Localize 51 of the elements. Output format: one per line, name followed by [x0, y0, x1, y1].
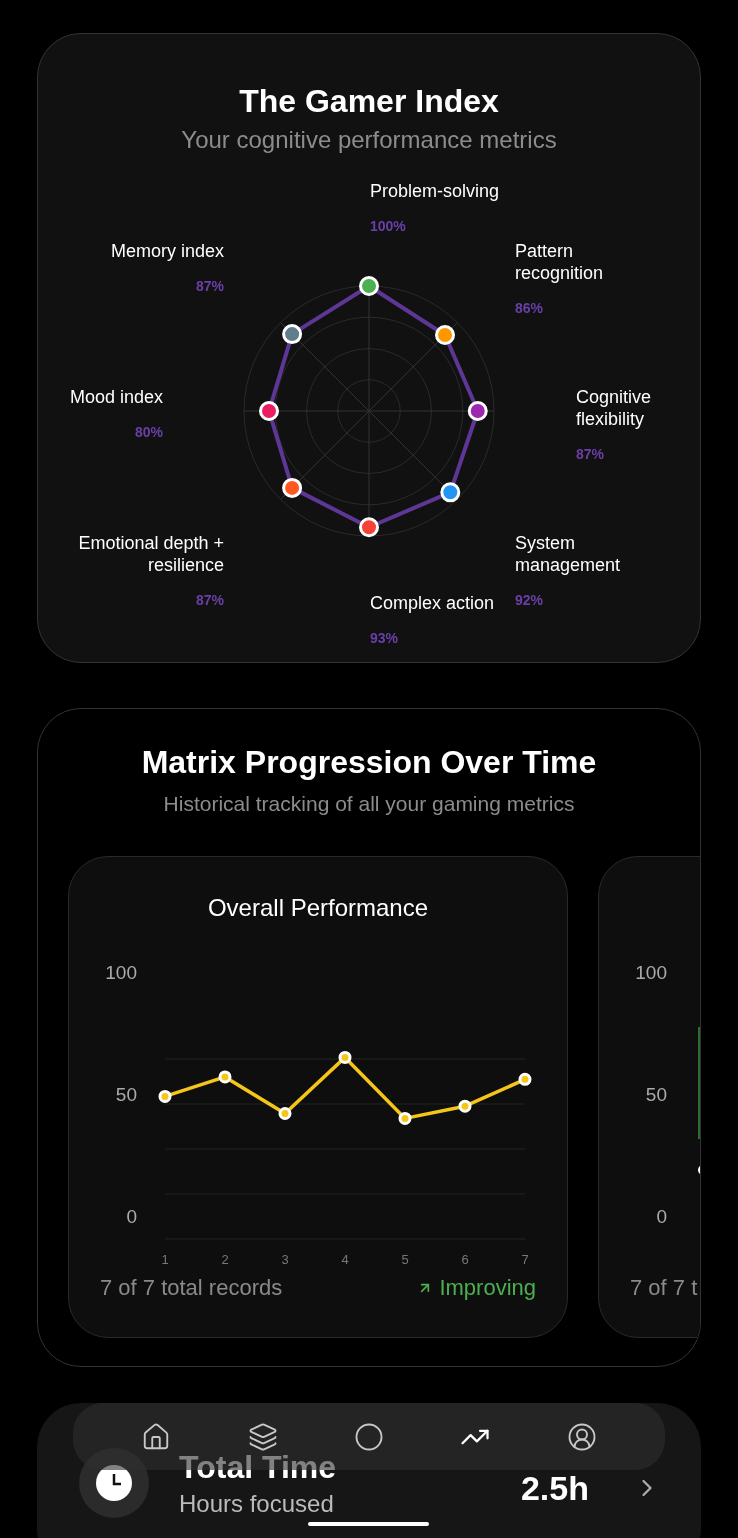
- profile-icon: [566, 1421, 597, 1452]
- axis-label: 100: [105, 962, 137, 984]
- layers-icon: [247, 1421, 278, 1452]
- stat-subtitle: Hours focused: [179, 1490, 335, 1518]
- axis-label: 2: [221, 1252, 229, 1268]
- axis-label: 0: [656, 1206, 667, 1228]
- metric-label: Memory index: [110, 239, 224, 262]
- card-title: The Gamer Index: [239, 82, 499, 120]
- axis-label: 50: [115, 1084, 137, 1106]
- trend-status: Improving: [439, 1275, 536, 1302]
- stat-title: Total Time: [179, 1448, 338, 1486]
- stat-card[interactable]: Total Time Hours focused 2.5h: [37, 1403, 701, 1538]
- metric-label: Problem-solving: [370, 179, 500, 202]
- card-subtitle: Historical tracking of all your gaming metrics: [163, 791, 575, 817]
- metric-value: 87%: [576, 445, 605, 462]
- data-point: [278, 1107, 292, 1121]
- chart-title: Overall Performance: [207, 893, 429, 923]
- metric-value: 80%: [134, 423, 163, 440]
- axis-label: 100: [635, 962, 667, 984]
- data-point: [158, 1090, 172, 1104]
- circle-icon: [353, 1421, 384, 1452]
- records-count: 7 of 7 t: [630, 1275, 698, 1302]
- metric-value: 87%: [195, 591, 224, 608]
- metric-value: 87%: [195, 277, 224, 294]
- metric-value: 92%: [515, 591, 544, 608]
- metric-value: 93%: [370, 629, 399, 646]
- metric-label: System management: [515, 531, 622, 576]
- metric-label: Complex action: [370, 591, 495, 614]
- data-point: [518, 1073, 532, 1087]
- data-point: [338, 1051, 352, 1065]
- metric-value: 100%: [370, 217, 406, 234]
- metric-label: Mood index: [69, 385, 163, 408]
- card-title: Matrix Progression Over Time: [141, 743, 597, 781]
- axis-label: 7: [521, 1252, 529, 1268]
- axis-label: 0: [126, 1206, 137, 1228]
- data-point: [218, 1070, 232, 1084]
- metric-label: Pattern recognition: [515, 239, 605, 284]
- axis-label: 3: [281, 1252, 289, 1268]
- data-point: [398, 1112, 412, 1126]
- metric-value: 86%: [515, 299, 544, 316]
- axis-label: 4: [341, 1252, 349, 1268]
- data-point: [458, 1099, 472, 1113]
- axis-label: 5: [401, 1252, 409, 1268]
- metric-label: Emotional depth + resilience: [77, 531, 224, 576]
- axis-label: 6: [461, 1252, 469, 1268]
- stat-value: 2.5h: [520, 1468, 589, 1508]
- metric-label: Cognitive flexibility: [576, 385, 653, 430]
- axis-label: 50: [645, 1084, 667, 1106]
- records-count: 7 of 7 total records: [100, 1275, 283, 1302]
- card-subtitle: Your cognitive performance metrics: [181, 126, 557, 155]
- axis-label: 1: [161, 1252, 169, 1268]
